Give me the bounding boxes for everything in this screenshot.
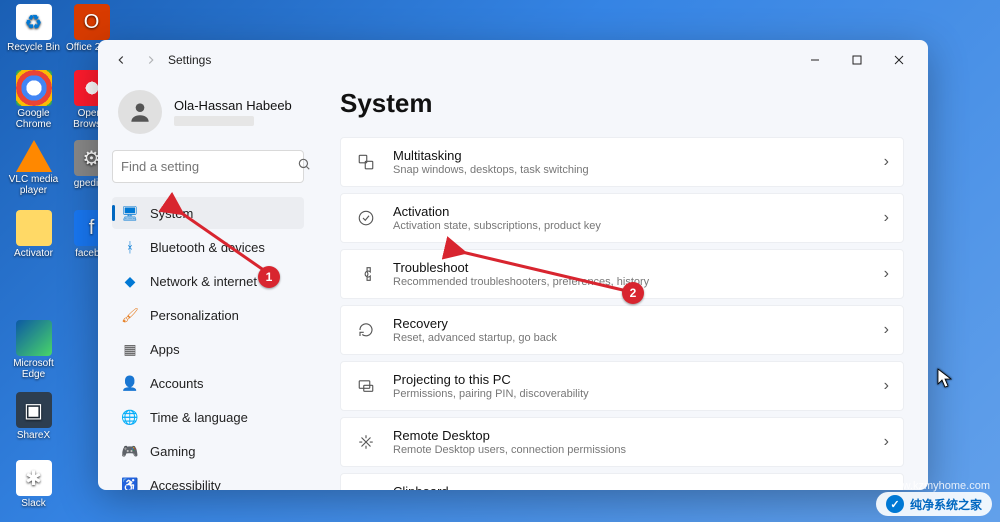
nav-item-system[interactable]: 🖥System: [112, 197, 304, 229]
projecting-icon: [355, 377, 377, 395]
desktop-icon-recycle-bin[interactable]: ♻Recycle Bin: [6, 4, 61, 53]
desktop-icon-slack[interactable]: ✱Slack: [6, 460, 61, 509]
accessibility-icon: ♿: [122, 477, 138, 490]
desktop-icon-chrome[interactable]: Google Chrome: [6, 70, 61, 130]
watermark-icon: ✓: [886, 495, 904, 513]
chrome-icon: [16, 70, 52, 106]
nav-item-accounts[interactable]: 👤Accounts: [112, 367, 304, 399]
nav-item-apps[interactable]: ▦Apps: [112, 333, 304, 365]
row-clipboard[interactable]: ClipboardCut and copy history, sync, cle…: [340, 473, 904, 490]
person-icon: 👤: [122, 375, 138, 391]
search-icon: [297, 157, 311, 176]
chevron-right-icon: ›: [884, 321, 889, 339]
minimize-button[interactable]: [794, 45, 836, 75]
chevron-right-icon: ›: [884, 153, 889, 171]
bluetooth-icon: ᚼ: [122, 239, 138, 255]
system-icon: 🖥: [122, 205, 138, 221]
user-name: Ola-Hassan Habeeb: [174, 98, 292, 113]
desktop-icon-edge[interactable]: Microsoft Edge: [6, 320, 61, 380]
user-email-redacted: [174, 116, 254, 126]
row-projecting[interactable]: Projecting to this PCPermissions, pairin…: [340, 361, 904, 411]
site-url: www.kzmyhome.com: [887, 480, 990, 492]
row-recovery[interactable]: RecoveryReset, advanced startup, go back…: [340, 305, 904, 355]
chevron-right-icon: ›: [884, 209, 889, 227]
slack-icon: ✱: [16, 460, 52, 496]
nav-item-bluetooth[interactable]: ᚼBluetooth & devices: [112, 231, 304, 263]
titlebar[interactable]: Settings: [98, 40, 928, 80]
chevron-right-icon: ›: [884, 433, 889, 451]
vlc-icon: [16, 140, 52, 172]
gaming-icon: 🎮: [122, 443, 138, 459]
multitasking-icon: [355, 153, 377, 171]
settings-window: Settings Ola-Hassan Habeeb 🖥System ᚼBlue: [98, 40, 928, 490]
sidebar: Ola-Hassan Habeeb 🖥System ᚼBluetooth & d…: [98, 80, 318, 490]
nav-item-network[interactable]: ◆Network & internet: [112, 265, 304, 297]
nav-item-personalization[interactable]: 🖌Personalization: [112, 299, 304, 331]
avatar: [118, 90, 162, 134]
desktop-icon-activator[interactable]: Activator: [6, 210, 61, 259]
row-activation[interactable]: ActivationActivation state, subscription…: [340, 193, 904, 243]
desktop-icon-sharex[interactable]: ▣ShareX: [6, 392, 61, 441]
search-input[interactable]: [121, 159, 297, 174]
wrench-icon: [355, 265, 377, 283]
maximize-button[interactable]: [836, 45, 878, 75]
sharex-icon: ▣: [16, 392, 52, 428]
globe-icon: 🌐: [122, 409, 138, 425]
edge-icon: [16, 320, 52, 356]
mouse-cursor-icon: [937, 368, 953, 393]
window-controls: [794, 45, 920, 75]
desktop-icon-vlc[interactable]: VLC media player: [6, 140, 61, 196]
nav-item-gaming[interactable]: 🎮Gaming: [112, 435, 304, 467]
search-box[interactable]: [112, 150, 304, 183]
watermark: ✓ 纯净系统之家: [876, 492, 992, 516]
settings-rows: MultitaskingSnap windows, desktops, task…: [340, 137, 904, 490]
forward-button: [136, 45, 166, 75]
apps-icon: ▦: [122, 341, 138, 357]
office-icon: O: [74, 4, 110, 40]
page-title: System: [340, 88, 904, 119]
close-button[interactable]: [878, 45, 920, 75]
folder-icon: [16, 210, 52, 246]
back-button[interactable]: [106, 45, 136, 75]
remote-desktop-icon: [355, 433, 377, 451]
row-multitasking[interactable]: MultitaskingSnap windows, desktops, task…: [340, 137, 904, 187]
row-remote-desktop[interactable]: Remote DesktopRemote Desktop users, conn…: [340, 417, 904, 467]
window-title: Settings: [168, 53, 211, 67]
wifi-icon: ◆: [122, 273, 138, 289]
recycle-bin-icon: ♻: [16, 4, 52, 40]
nav-item-accessibility[interactable]: ♿Accessibility: [112, 469, 304, 490]
nav-item-time[interactable]: 🌐Time & language: [112, 401, 304, 433]
row-troubleshoot[interactable]: TroubleshootRecommended troubleshooters,…: [340, 249, 904, 299]
nav-list: 🖥System ᚼBluetooth & devices ◆Network & …: [112, 197, 304, 490]
activation-icon: [355, 209, 377, 227]
user-profile[interactable]: Ola-Hassan Habeeb: [112, 80, 304, 150]
brush-icon: 🖌: [122, 307, 138, 323]
content-pane: System MultitaskingSnap windows, desktop…: [318, 80, 928, 490]
clipboard-icon: [355, 489, 377, 490]
recovery-icon: [355, 321, 377, 339]
chevron-right-icon: ›: [884, 265, 889, 283]
chevron-right-icon: ›: [884, 377, 889, 395]
